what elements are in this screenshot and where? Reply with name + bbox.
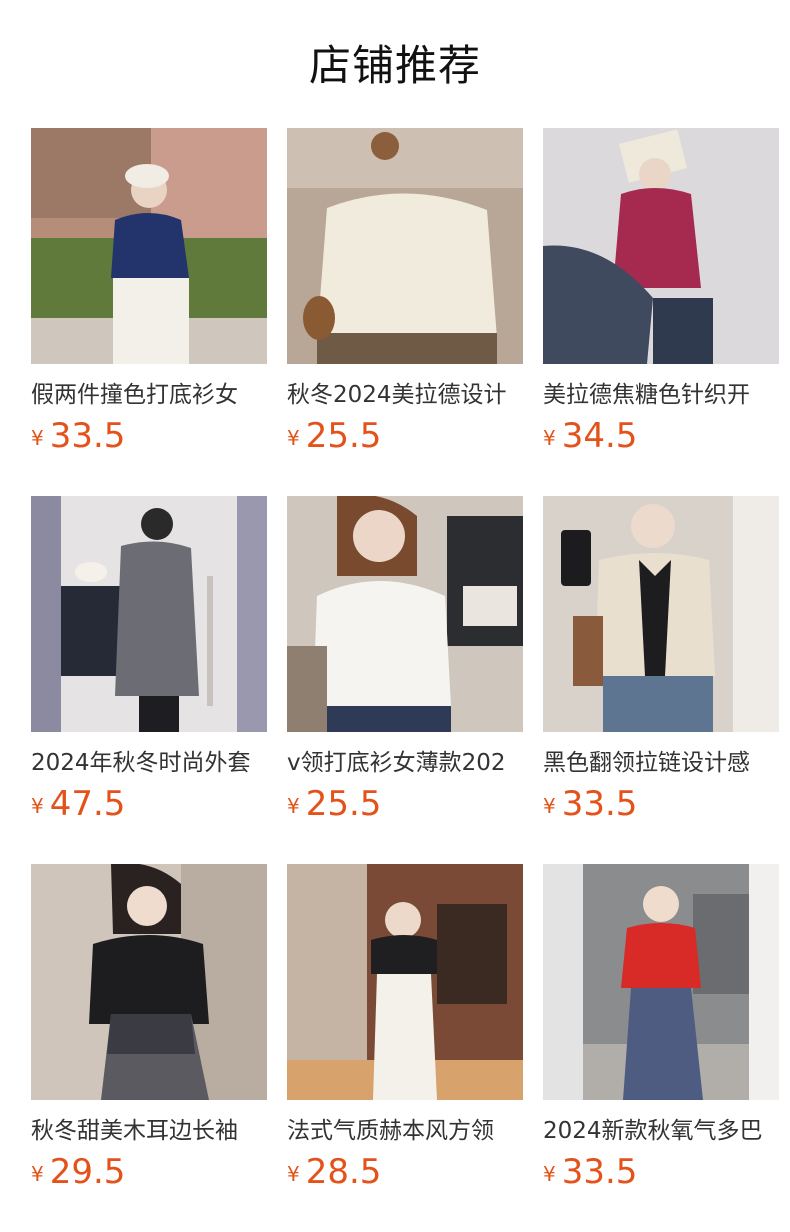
currency-symbol: ¥: [287, 1162, 300, 1186]
price-amount: 33.5: [561, 784, 638, 824]
product-price: ¥28.5: [287, 1150, 381, 1194]
product-photo-cream-knit-icon[interactable]: [287, 128, 523, 364]
currency-symbol: ¥: [287, 794, 300, 818]
price-amount: 29.5: [49, 1152, 126, 1192]
product-price: ¥29.5: [31, 1150, 125, 1194]
page-title: 店铺推荐: [308, 41, 481, 90]
currency-symbol: ¥: [287, 426, 300, 450]
product-name[interactable]: 秋冬甜美木耳边长袖: [31, 1113, 267, 1149]
price-amount: 33.5: [561, 1152, 638, 1192]
product-price: ¥25.5: [287, 782, 381, 826]
product-card[interactable]: 美拉德焦糖色针织开 ¥34.5: [543, 128, 779, 468]
product-photo-berry-cardigan-icon[interactable]: [543, 128, 779, 364]
price-amount: 34.5: [561, 416, 638, 456]
product-name[interactable]: 美拉德焦糖色针织开: [543, 377, 779, 413]
product-name[interactable]: 法式气质赫本风方领: [287, 1113, 523, 1149]
product-card[interactable]: 黑色翻领拉链设计感 ¥33.5: [543, 496, 779, 836]
product-price: ¥25.5: [287, 414, 381, 458]
product-photo-red-cardigan-icon[interactable]: [543, 864, 779, 1100]
product-photo-grey-coat-icon[interactable]: [31, 496, 267, 732]
product-price: ¥33.5: [543, 1150, 637, 1194]
price-amount: 28.5: [305, 1152, 382, 1192]
product-price: ¥33.5: [31, 414, 125, 458]
product-price: ¥33.5: [543, 782, 637, 826]
currency-symbol: ¥: [31, 794, 44, 818]
product-photo-white-dress-icon[interactable]: [287, 864, 523, 1100]
product-name[interactable]: 2024年秋冬时尚外套: [31, 745, 267, 781]
product-name[interactable]: 黑色翻领拉链设计感: [543, 745, 779, 781]
product-photo-black-sweater-plaid-skirt-icon[interactable]: [31, 864, 267, 1100]
currency-symbol: ¥: [31, 426, 44, 450]
product-photo-white-vneck-icon[interactable]: [287, 496, 523, 732]
product-card[interactable]: 秋冬2024美拉德设计 ¥25.5: [287, 128, 523, 468]
product-name[interactable]: 假两件撞色打底衫女: [31, 377, 267, 413]
price-amount: 33.5: [49, 416, 126, 456]
product-name[interactable]: v领打底衫女薄款202: [287, 745, 523, 781]
store-recommendations-page: 店铺推荐 假两件撞色打底衫女 ¥33.5 秋冬2024美拉德设计 ¥ 25.5 …: [0, 0, 790, 1232]
product-card[interactable]: 秋冬甜美木耳边长袖 ¥29.5: [31, 864, 267, 1204]
price-amount: 47.5: [49, 784, 126, 824]
currency-symbol: ¥: [543, 426, 556, 450]
product-card[interactable]: 法式气质赫本风方领 ¥28.5: [287, 864, 523, 1204]
product-price: ¥34.5: [543, 414, 637, 458]
product-price: ¥47.5: [31, 782, 125, 826]
product-photo-zip-collar-icon[interactable]: [543, 496, 779, 732]
product-card[interactable]: 2024新款秋氧气多巴 ¥33.5: [543, 864, 779, 1204]
currency-symbol: ¥: [543, 1162, 556, 1186]
currency-symbol: ¥: [31, 1162, 44, 1186]
product-name[interactable]: 2024新款秋氧气多巴: [543, 1113, 779, 1149]
product-card[interactable]: 2024年秋冬时尚外套 ¥47.5: [31, 496, 267, 836]
product-card[interactable]: 假两件撞色打底衫女 ¥33.5: [31, 128, 267, 468]
product-photo-navy-top-icon[interactable]: [31, 128, 267, 364]
price-amount: 25.5: [305, 416, 382, 456]
product-card[interactable]: v领打底衫女薄款202 ¥25.5: [287, 496, 523, 836]
price-amount: 25.5: [305, 784, 382, 824]
currency-symbol: ¥: [543, 794, 556, 818]
product-name[interactable]: 秋冬2024美拉德设计: [287, 377, 523, 413]
